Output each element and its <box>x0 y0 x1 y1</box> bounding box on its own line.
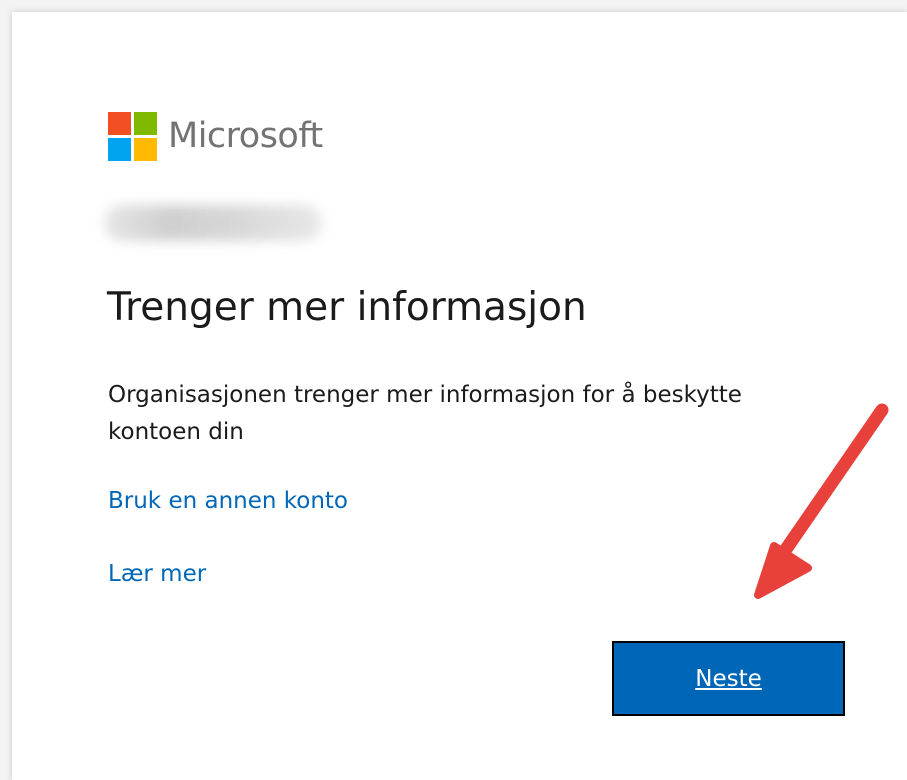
brand-name: Microsoft <box>168 116 323 156</box>
next-button[interactable]: Neste <box>612 641 845 716</box>
microsoft-logo-icon <box>108 112 157 161</box>
logo-square-yellow <box>134 138 157 161</box>
logo-square-green <box>134 112 157 135</box>
use-another-account-link[interactable]: Bruk en annen konto <box>108 490 348 513</box>
learn-more-link[interactable]: Lær mer <box>108 563 206 586</box>
page-title: Trenger mer informasjon <box>107 285 587 330</box>
red-arrow-icon <box>754 403 889 599</box>
microsoft-logo: Microsoft <box>108 112 323 161</box>
logo-square-red <box>108 112 131 135</box>
logo-square-blue <box>108 138 131 161</box>
page-description: Organisasjonen trenger mer informasjon f… <box>108 382 742 445</box>
account-identity <box>104 205 322 241</box>
